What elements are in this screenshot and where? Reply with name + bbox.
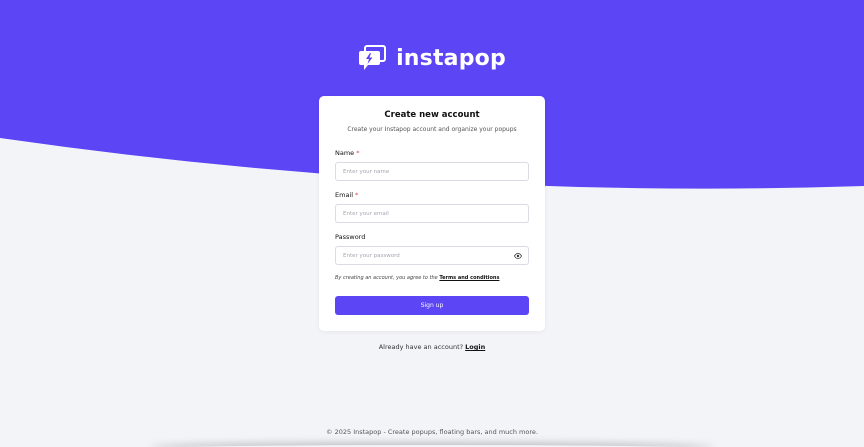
name-label-text: Name — [335, 149, 355, 157]
name-field-wrapper — [335, 162, 529, 181]
email-input[interactable] — [336, 205, 528, 222]
name-input[interactable] — [336, 163, 528, 180]
password-label: Password — [335, 233, 366, 241]
required-mark: * — [355, 191, 359, 199]
sign-up-button[interactable]: Sign up — [335, 296, 529, 315]
card-subtitle: Create your Instapop account and organiz… — [347, 126, 517, 133]
eye-icon[interactable] — [514, 252, 522, 260]
signup-card: Create new account Create your Instapop … — [319, 96, 545, 331]
brand-logo: instapop — [0, 44, 864, 72]
email-label-text: Email — [335, 191, 354, 199]
login-prompt: Already have an account? Login — [0, 343, 864, 351]
login-prompt-text: Already have an account? — [378, 343, 466, 351]
terms-text: By creating an account, you agree to the — [335, 275, 440, 281]
terms-link[interactable]: Terms and conditions — [439, 275, 499, 281]
card-title: Create new account — [384, 110, 480, 120]
password-field-wrapper — [335, 246, 529, 265]
password-input[interactable] — [336, 247, 528, 264]
email-field-wrapper — [335, 204, 529, 223]
email-label: Email * — [335, 191, 529, 199]
login-link[interactable]: Login — [465, 343, 485, 351]
terms-notice: By creating an account, you agree to the… — [335, 275, 529, 281]
footer-text: © 2025 Instapop - Create popups, floatin… — [326, 428, 538, 436]
brand-name: instapop — [396, 45, 506, 71]
name-label: Name * — [335, 149, 529, 157]
lightning-cards-icon — [359, 45, 387, 70]
required-mark: * — [356, 149, 360, 157]
